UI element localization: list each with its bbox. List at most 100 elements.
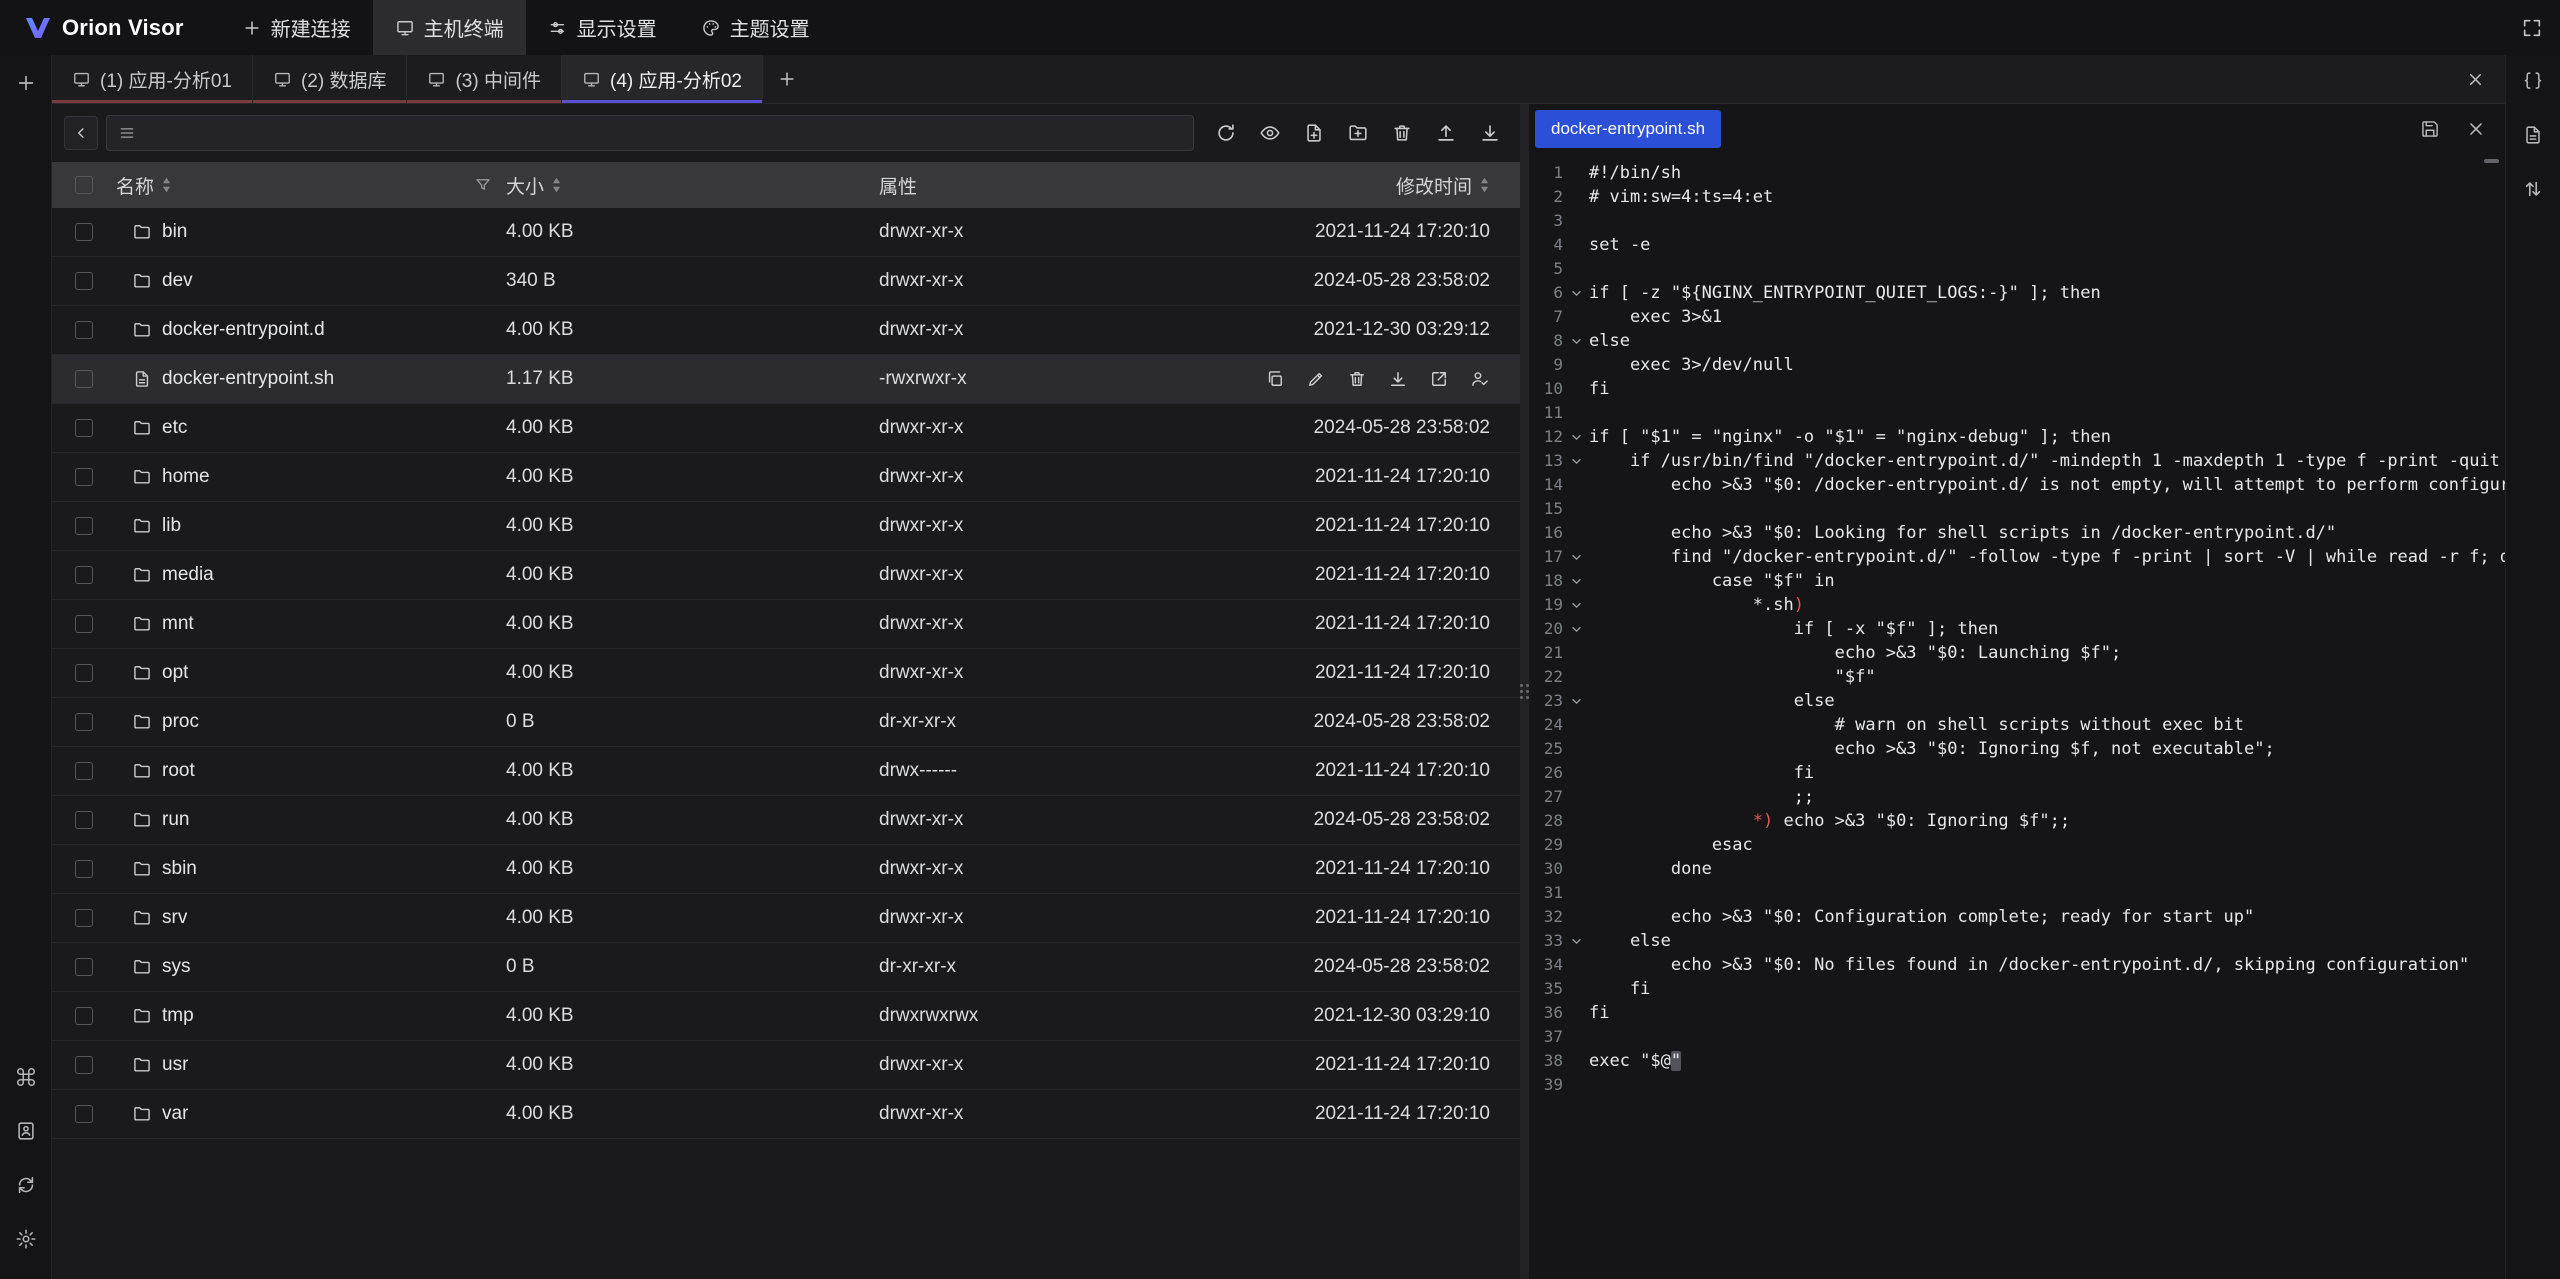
code-editor[interactable]: 1 #!/bin/sh 2 # vim:sw=4:ts=4:et 3 4 set… — [1529, 153, 2505, 1279]
file-row[interactable]: proc 0 B dr-xr-xr-x 2024-05-28 23:58:02 — [52, 698, 1520, 747]
tab-label: (4) 应用-分析02 — [610, 66, 742, 93]
fullscreen-button[interactable] — [2510, 0, 2554, 55]
row-checkbox[interactable] — [75, 713, 93, 731]
editor-scrollbar[interactable] — [2484, 159, 2499, 163]
file-row[interactable]: media 4.00 KB drwxr-xr-x 2021-11-24 17:2… — [52, 551, 1520, 600]
row-checkbox[interactable] — [75, 468, 93, 486]
sftp-files-button[interactable] — [2513, 115, 2553, 155]
fold-toggle[interactable] — [1563, 545, 1589, 569]
row-checkbox[interactable] — [75, 909, 93, 927]
file-row[interactable]: docker-entrypoint.d 4.00 KB drwxr-xr-x 2… — [52, 306, 1520, 355]
permissions-button[interactable] — [1470, 369, 1490, 389]
close-panel-button[interactable] — [2457, 61, 2493, 97]
row-checkbox[interactable] — [75, 223, 93, 241]
terminal-tab-3[interactable]: (3) 中间件 — [407, 55, 562, 103]
shortcuts-button[interactable] — [6, 1057, 46, 1097]
terminal-tab-4[interactable]: (4) 应用-分析02 — [562, 55, 763, 103]
file-row[interactable]: lib 4.00 KB drwxr-xr-x 2021-11-24 17:20:… — [52, 502, 1520, 551]
folder-icon — [132, 810, 152, 830]
close-editor-button[interactable] — [2461, 114, 2491, 144]
sort-icon[interactable] — [1479, 176, 1490, 194]
row-checkbox[interactable] — [75, 860, 93, 878]
row-checkbox[interactable] — [75, 370, 93, 388]
file-mtime: 2021-11-24 17:20:10 — [1315, 662, 1490, 684]
file-row[interactable]: mnt 4.00 KB drwxr-xr-x 2021-11-24 17:20:… — [52, 600, 1520, 649]
filter-icon[interactable] — [474, 176, 492, 194]
settings-button[interactable] — [6, 1219, 46, 1259]
file-row[interactable]: sbin 4.00 KB drwxr-xr-x 2021-11-24 17:20… — [52, 845, 1520, 894]
row-checkbox[interactable] — [75, 517, 93, 535]
code-text: exec "$@" — [1589, 1049, 1681, 1073]
row-checkbox[interactable] — [75, 566, 93, 584]
column-header[interactable]: 名称 — [116, 162, 506, 208]
fold-toggle[interactable] — [1563, 569, 1589, 593]
sort-icon[interactable] — [161, 176, 172, 194]
menu-item-display-settings[interactable]: 显示设置 — [526, 0, 679, 55]
menu-item-theme-settings[interactable]: 主题设置 — [679, 0, 832, 55]
move-button[interactable] — [1429, 369, 1449, 389]
new-file-button[interactable] — [1296, 115, 1332, 151]
fold-toggle[interactable] — [1563, 329, 1589, 353]
file-row[interactable]: home 4.00 KB drwxr-xr-x 2021-11-24 17:20… — [52, 453, 1520, 502]
select-all-checkbox[interactable] — [75, 176, 93, 194]
sort-icon[interactable] — [551, 176, 562, 194]
file-row[interactable]: usr 4.00 KB drwxr-xr-x 2021-11-24 17:20:… — [52, 1041, 1520, 1090]
file-row[interactable]: docker-entrypoint.sh 1.17 KB -rwxrwxr-x — [52, 355, 1520, 404]
file-row[interactable]: etc 4.00 KB drwxr-xr-x 2024-05-28 23:58:… — [52, 404, 1520, 453]
fold-toggle[interactable] — [1563, 593, 1589, 617]
save-button[interactable] — [2415, 114, 2445, 144]
file-row[interactable]: var 4.00 KB drwxr-xr-x 2021-11-24 17:20:… — [52, 1090, 1520, 1139]
preview-hidden-button[interactable] — [1252, 115, 1288, 151]
fold-toggle[interactable] — [1563, 929, 1589, 953]
refresh-button[interactable] — [1208, 115, 1244, 151]
row-checkbox[interactable] — [75, 615, 93, 633]
panel-splitter[interactable] — [1520, 104, 1529, 1279]
file-row[interactable]: bin 4.00 KB drwxr-xr-x 2021-11-24 17:20:… — [52, 208, 1520, 257]
fold-toggle[interactable] — [1563, 449, 1589, 473]
file-row[interactable]: opt 4.00 KB drwxr-xr-x 2021-11-24 17:20:… — [52, 649, 1520, 698]
delete-button[interactable] — [1384, 115, 1420, 151]
menu-item-host-terminal[interactable]: 主机终端 — [373, 0, 526, 55]
row-checkbox[interactable] — [75, 1056, 93, 1074]
transfer-list-button[interactable] — [2513, 169, 2553, 209]
download-file-button[interactable] — [1388, 369, 1408, 389]
fold-toggle[interactable] — [1563, 689, 1589, 713]
row-checkbox[interactable] — [75, 1105, 93, 1123]
row-checkbox[interactable] — [75, 1007, 93, 1025]
file-row[interactable]: root 4.00 KB drwx------ 2021-11-24 17:20… — [52, 747, 1520, 796]
column-header[interactable]: 大小 — [506, 162, 879, 208]
upload-button[interactable] — [1428, 115, 1464, 151]
file-row[interactable]: dev 340 B drwxr-xr-x 2024-05-28 23:58:02 — [52, 257, 1520, 306]
row-checkbox[interactable] — [75, 321, 93, 339]
file-row[interactable]: srv 4.00 KB drwxr-xr-x 2021-11-24 17:20:… — [52, 894, 1520, 943]
file-row[interactable]: tmp 4.00 KB drwxrwxrwx 2021-12-30 03:29:… — [52, 992, 1520, 1041]
new-folder-button[interactable] — [1340, 115, 1376, 151]
fold-toggle[interactable] — [1563, 281, 1589, 305]
fold-toggle[interactable] — [1563, 617, 1589, 641]
sync-button[interactable] — [6, 1165, 46, 1205]
editor-file-tab[interactable]: docker-entrypoint.sh — [1535, 110, 1721, 148]
row-checkbox[interactable] — [75, 762, 93, 780]
column-header[interactable]: 修改时间 — [1209, 162, 1520, 208]
terminal-tab-1[interactable]: (1) 应用-分析01 — [52, 55, 253, 103]
download-button[interactable] — [1472, 115, 1508, 151]
copy-button[interactable] — [1265, 369, 1285, 389]
row-checkbox[interactable] — [75, 958, 93, 976]
row-checkbox[interactable] — [75, 664, 93, 682]
file-row[interactable]: run 4.00 KB drwxr-xr-x 2024-05-28 23:58:… — [52, 796, 1520, 845]
file-row[interactable]: sys 0 B dr-xr-xr-x 2024-05-28 23:58:02 — [52, 943, 1520, 992]
fold-toggle[interactable] — [1563, 425, 1589, 449]
new-tab-button[interactable] — [6, 63, 46, 103]
row-checkbox[interactable] — [75, 272, 93, 290]
edit-button[interactable] — [1306, 369, 1326, 389]
terminal-tab-2[interactable]: (2) 数据库 — [253, 55, 408, 103]
snippets-button[interactable] — [2513, 61, 2553, 101]
row-checkbox[interactable] — [75, 419, 93, 437]
menu-item-new-connection[interactable]: 新建连接 — [220, 0, 373, 55]
delete-file-button[interactable] — [1347, 369, 1367, 389]
path-input[interactable] — [145, 123, 1182, 144]
connections-button[interactable] — [6, 1111, 46, 1151]
back-button[interactable] — [64, 116, 98, 150]
row-checkbox[interactable] — [75, 811, 93, 829]
add-tab-button[interactable] — [763, 55, 811, 103]
